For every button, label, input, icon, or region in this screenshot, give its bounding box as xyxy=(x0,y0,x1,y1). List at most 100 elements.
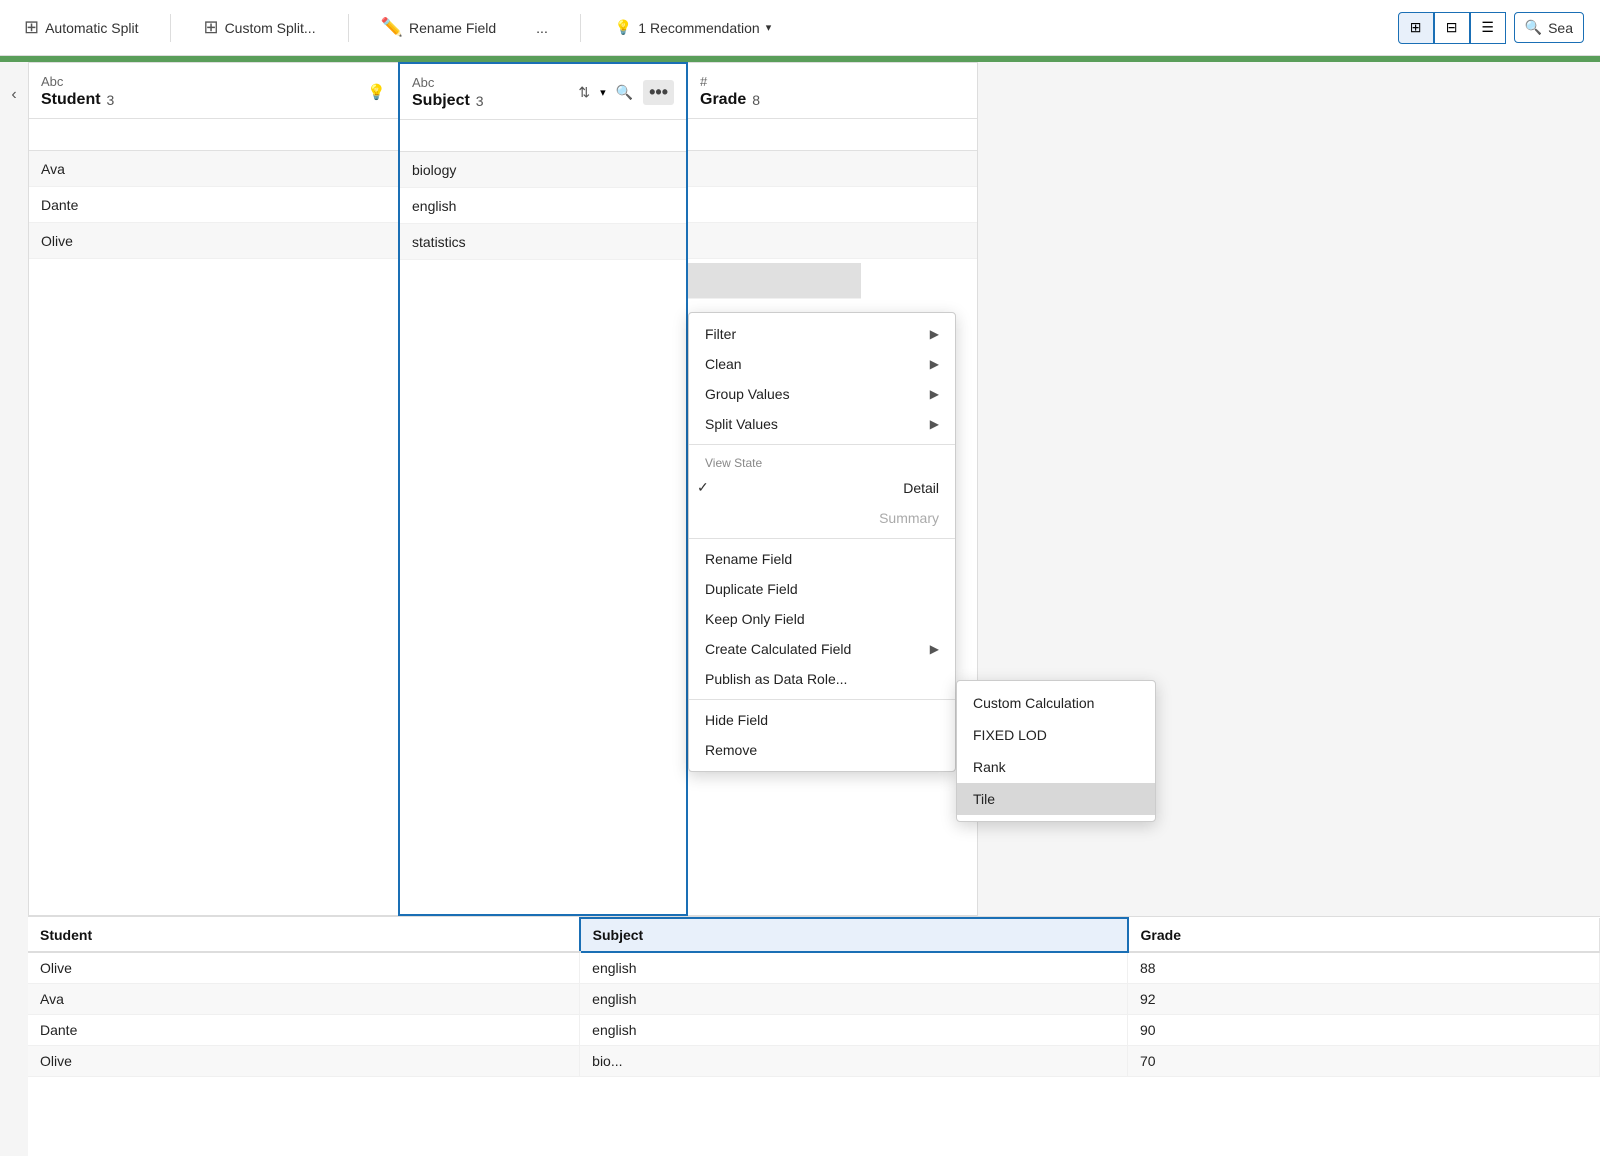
recommendation-label: 1 Recommendation xyxy=(638,20,759,36)
subject-cell-english: english xyxy=(400,188,686,224)
bulb-icon: 💡 xyxy=(615,19,632,36)
custom-split-label: Custom Split... xyxy=(225,20,316,36)
submenu-custom-calc[interactable]: Custom Calculation xyxy=(957,687,1155,719)
td-grade-1: 88 xyxy=(1128,952,1600,984)
list-view-button[interactable]: ☰ xyxy=(1470,12,1506,44)
student-spacer xyxy=(29,119,398,151)
custom-split-button[interactable]: ⊞ Custom Split... xyxy=(195,11,323,44)
th-subject: Subject xyxy=(580,918,1128,952)
menu-clean[interactable]: Clean ▶ xyxy=(689,349,955,379)
student-header: Abc Student 3 💡 xyxy=(29,63,398,119)
subject-header: Abc Subject 3 ⇅ ▾ 🔍 ••• xyxy=(400,64,686,120)
td-subject-4: bio... xyxy=(580,1046,1128,1077)
data-area: your Abc Student 3 💡 xyxy=(28,62,1600,1156)
more-button[interactable]: ... xyxy=(528,14,556,42)
split-arrow-icon: ▶ xyxy=(930,417,939,431)
student-type: Abc xyxy=(41,74,114,89)
td-subject-2: english xyxy=(580,984,1128,1015)
menu-duplicate-field[interactable]: Duplicate Field xyxy=(689,574,955,604)
menu-filter-label: Filter xyxy=(705,326,736,342)
td-grade-2: 92 xyxy=(1128,984,1600,1015)
custom-split-icon: ⊞ xyxy=(203,17,218,38)
empty-checkmark xyxy=(705,510,721,526)
grade-cells xyxy=(688,119,977,303)
menu-create-calculated[interactable]: Create Calculated Field ▶ xyxy=(689,634,955,664)
menu-remove[interactable]: Remove xyxy=(689,735,955,765)
menu-create-calc-label: Create Calculated Field xyxy=(705,641,851,657)
menu-group-values[interactable]: Group Values ▶ xyxy=(689,379,955,409)
menu-hide-field[interactable]: Hide Field xyxy=(689,705,955,735)
subject-header-icons: ⇅ ▾ 🔍 ••• xyxy=(574,80,674,105)
subject-count: 3 xyxy=(476,93,484,109)
custom-calc-label: Custom Calculation xyxy=(973,695,1094,711)
grade-cell-1 xyxy=(688,151,977,187)
subject-cell-statistics: statistics xyxy=(400,224,686,260)
th-student: Student xyxy=(28,918,580,952)
grade-cell-3 xyxy=(688,223,977,259)
auto-split-icon: ⊞ xyxy=(24,17,39,38)
subject-column: Abc Subject 3 ⇅ ▾ 🔍 ••• b xyxy=(398,62,688,916)
ellipsis-menu-button[interactable]: ••• xyxy=(643,80,674,105)
submenu-fixed-lod[interactable]: FIXED LOD xyxy=(957,719,1155,751)
student-cell-ava: Ava xyxy=(29,151,398,187)
table-view-button[interactable]: ⊟ xyxy=(1434,12,1470,44)
auto-split-label: Automatic Split xyxy=(45,20,138,36)
recommendation-button[interactable]: 💡 1 Recommendation ▾ xyxy=(605,13,781,42)
menu-duplicate-label: Duplicate Field xyxy=(705,581,798,597)
view-icons: ⊞ ⊟ ☰ 🔍 Sea xyxy=(1398,12,1584,44)
search-icon-subject[interactable]: 🔍 xyxy=(612,82,637,103)
search-icon: 🔍 xyxy=(1525,19,1542,36)
filter-arrow-icon: ▶ xyxy=(930,327,939,341)
td-student-2: Ava xyxy=(28,984,580,1015)
grade-cell-2 xyxy=(688,187,977,223)
table-row: Olive english 88 xyxy=(28,952,1600,984)
grade-spacer xyxy=(688,119,977,151)
submenu-rank[interactable]: Rank xyxy=(957,751,1155,783)
more-label: ... xyxy=(536,20,548,36)
subject-cells: biology english statistics xyxy=(400,120,686,260)
submenu-calculated-field: Custom Calculation FIXED LOD Rank Tile xyxy=(956,680,1156,822)
chevron-down-icon: ▾ xyxy=(766,21,772,34)
menu-detail[interactable]: ✓ Detail xyxy=(689,472,955,503)
student-cell-olive: Olive xyxy=(29,223,398,259)
menu-group-values-label: Group Values xyxy=(705,386,790,402)
left-nav: ‹ xyxy=(0,62,28,1156)
rank-label: Rank xyxy=(973,759,1006,775)
td-subject-3: english xyxy=(580,1015,1128,1046)
menu-rename-field[interactable]: Rename Field xyxy=(689,544,955,574)
left-nav-arrow[interactable]: ‹ xyxy=(7,82,20,108)
student-column: Abc Student 3 💡 Ava Dante Olive xyxy=(28,62,398,916)
menu-rename-label: Rename Field xyxy=(705,551,792,567)
menu-remove-label: Remove xyxy=(705,742,757,758)
tile-label: Tile xyxy=(973,791,995,807)
checkmark-icon: ✓ xyxy=(697,479,713,496)
view-state-label: View State xyxy=(689,450,955,472)
menu-detail-label: Detail xyxy=(903,480,939,496)
separator-2 xyxy=(348,14,349,42)
grade-title: Grade xyxy=(700,91,746,109)
td-student-1: Olive xyxy=(28,952,580,984)
menu-hide-label: Hide Field xyxy=(705,712,768,728)
menu-divider-3 xyxy=(689,699,955,700)
rename-field-label: Rename Field xyxy=(409,20,496,36)
menu-publish-data-role[interactable]: Publish as Data Role... xyxy=(689,664,955,694)
menu-filter[interactable]: Filter ▶ xyxy=(689,319,955,349)
grade-count: 8 xyxy=(752,92,760,108)
menu-keep-only[interactable]: Keep Only Field xyxy=(689,604,955,634)
search-button[interactable]: 🔍 Sea xyxy=(1514,12,1584,43)
sort-chevron-icon[interactable]: ▾ xyxy=(600,86,606,99)
menu-split-values[interactable]: Split Values ▶ xyxy=(689,409,955,439)
fixed-lod-label: FIXED LOD xyxy=(973,727,1047,743)
student-header-icons: 💡 xyxy=(367,83,386,101)
student-count: 3 xyxy=(107,92,115,108)
grade-cell-4 xyxy=(688,263,861,299)
menu-clean-label: Clean xyxy=(705,356,742,372)
rename-field-button[interactable]: ✏️ Rename Field xyxy=(373,11,505,44)
rename-icon: ✏️ xyxy=(381,17,403,38)
submenu-tile[interactable]: Tile xyxy=(957,783,1155,815)
student-cells: Ava Dante Olive xyxy=(29,119,398,259)
auto-split-button[interactable]: ⊞ Automatic Split xyxy=(16,11,146,44)
tile-view-button[interactable]: ⊞ xyxy=(1398,12,1434,44)
data-table: Student Subject Grade Olive english 88 A… xyxy=(28,917,1600,1077)
sort-filter-icon[interactable]: ⇅ xyxy=(574,82,594,103)
